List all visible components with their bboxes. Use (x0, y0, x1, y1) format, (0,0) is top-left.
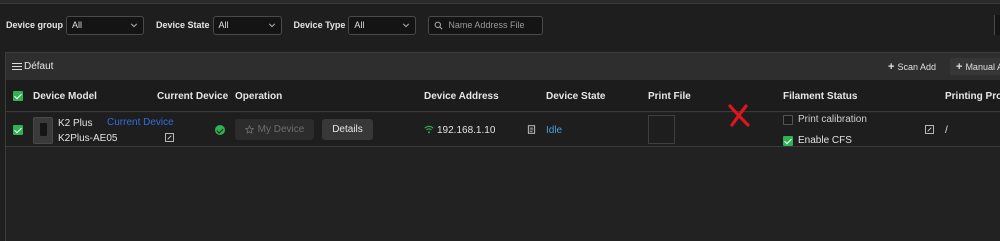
group-toolbar: Défaut + Scan Add + Manual A (6, 53, 1000, 80)
scan-add-label: Scan Add (897, 61, 936, 72)
edit-icon[interactable] (165, 133, 174, 142)
device-state-value: Idle (546, 125, 563, 136)
copy-icon[interactable] (527, 125, 536, 134)
search-icon (435, 21, 443, 29)
chevron-down-icon (268, 23, 275, 28)
device-group-label: Device group (6, 20, 64, 30)
details-button[interactable]: Details (322, 119, 373, 140)
search-placeholder: Name Address File (448, 20, 525, 30)
manual-add-button[interactable]: + Manual A (950, 58, 1000, 75)
right-edge-control[interactable] (994, 15, 1000, 35)
device-state-value: All (218, 20, 229, 30)
device-state-label: Device State (156, 20, 210, 30)
table-header: Device Model Current Device Operation De… (6, 80, 1000, 112)
header-filament-status: Filament Status (783, 91, 858, 102)
wifi-icon (424, 125, 434, 134)
details-label: Details (332, 124, 363, 135)
header-operation: Operation (235, 91, 283, 102)
plus-icon: + (956, 60, 963, 73)
device-model: K2 Plus (58, 118, 93, 129)
group-name: Défaut (24, 61, 54, 72)
print-calibration-checkbox[interactable] (783, 115, 793, 125)
device-thumbnail (33, 117, 53, 144)
device-type-label: Device Type (293, 20, 346, 30)
print-calibration-label: Print calibration (798, 114, 867, 125)
row-checkbox[interactable] (13, 125, 23, 135)
chevron-down-icon (130, 23, 138, 28)
enable-cfs-checkbox[interactable] (783, 136, 793, 146)
top-border (0, 0, 1000, 4)
header-printing-progress: Printing Prog (945, 91, 1000, 102)
device-panel: Défaut + Scan Add + Manual A Device Mode… (5, 52, 1000, 241)
device-type-value: All (354, 20, 365, 30)
device-state-select[interactable]: All (212, 15, 282, 35)
group-header[interactable]: Défaut (12, 61, 53, 72)
my-device-label: My Device (257, 124, 305, 135)
current-device-tag: Current Device (107, 117, 174, 128)
red-x-mark (728, 104, 750, 127)
header-device-address: Device Address (424, 91, 499, 102)
device-name: K2Plus-AE05 (58, 133, 118, 144)
plus-icon: + (888, 60, 895, 73)
scan-add-button[interactable]: + Scan Add (882, 58, 942, 75)
list-icon (12, 62, 22, 71)
my-device-button[interactable]: My Device (235, 119, 314, 140)
filter-bar: Device group All Device State All Device… (6, 15, 544, 35)
device-type-select[interactable]: All (348, 15, 417, 35)
header-current-device: Current Device (157, 91, 229, 102)
table-row: K2 Plus Current Device K2Plus-AE05 My De… (6, 113, 1000, 147)
star-icon (244, 125, 254, 134)
header-device-model: Device Model (33, 91, 97, 102)
check-circle-icon (215, 125, 225, 135)
device-group-select[interactable]: All (66, 15, 145, 35)
enable-cfs-label: Enable CFS (798, 135, 852, 146)
print-file-thumbnail[interactable] (648, 115, 675, 144)
device-group-value: All (72, 20, 83, 30)
chevron-down-icon (403, 23, 410, 28)
device-address: 192.168.1.10 (437, 125, 496, 136)
header-print-file: Print File (648, 91, 691, 102)
header-device-state: Device State (546, 91, 606, 102)
select-all-checkbox[interactable] (13, 91, 23, 101)
edit-icon[interactable] (925, 125, 934, 134)
manual-add-label: Manual A (965, 61, 1000, 72)
search-input[interactable]: Name Address File (428, 15, 544, 35)
printing-progress-value: / (945, 125, 948, 136)
